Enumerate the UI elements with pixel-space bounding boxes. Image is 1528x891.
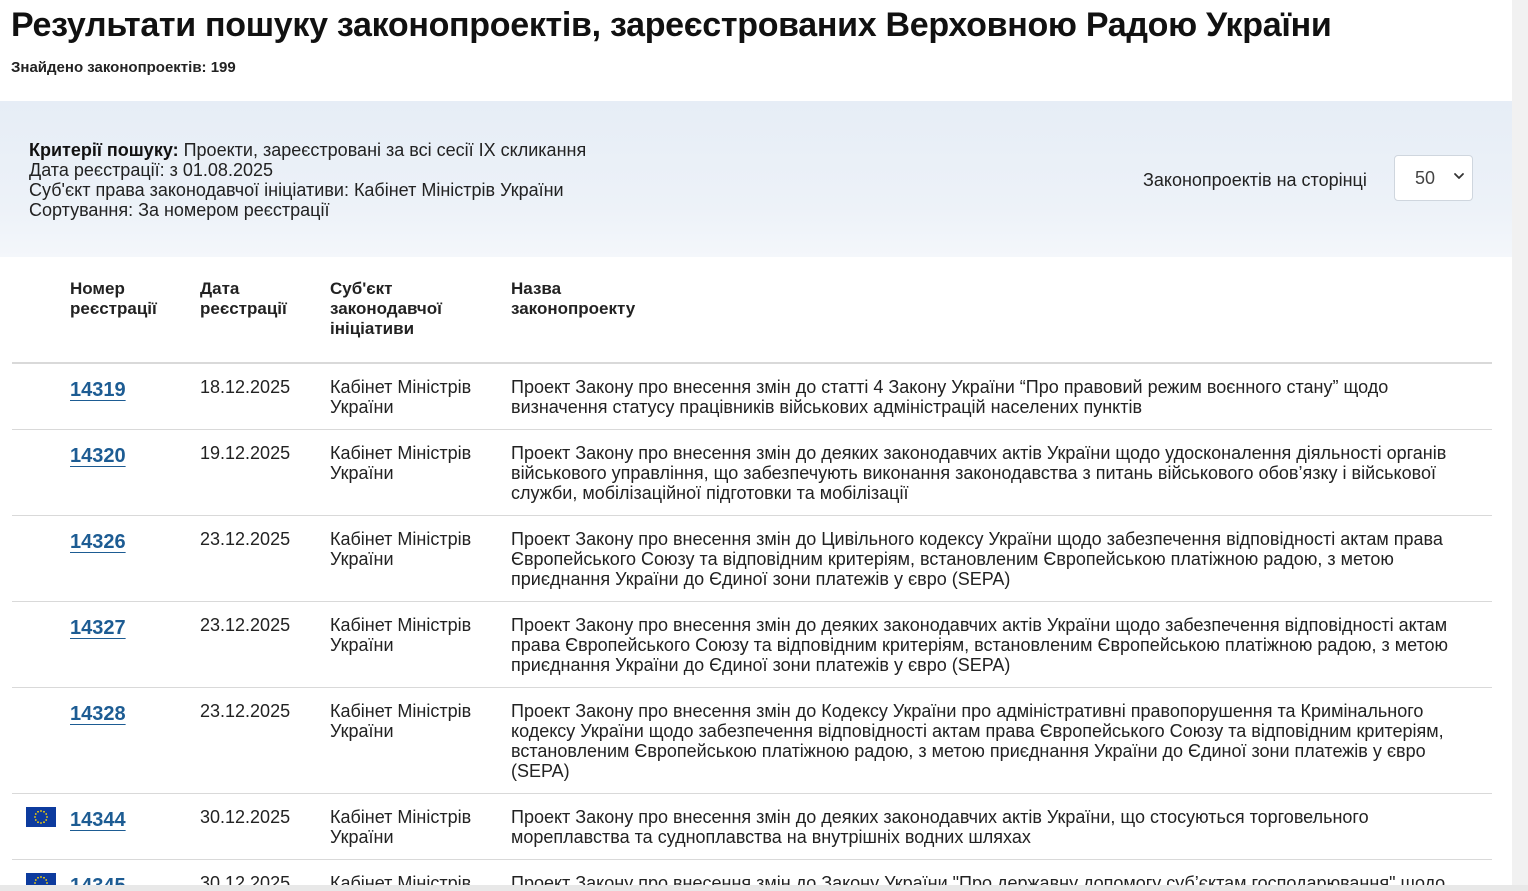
bill-number-link[interactable]: 14320 — [70, 445, 126, 468]
page-title: Результати пошуку законопроектів, зареєс… — [11, 6, 1332, 44]
bill-number-link[interactable]: 14327 — [70, 617, 126, 640]
registration-date: 23.12.2025 — [200, 701, 291, 721]
search-criteria-panel: Критерії пошуку: Проекти, зареєстровані … — [0, 101, 1512, 257]
bill-title: Проект Закону про внесення змін до Цивіл… — [511, 529, 1443, 589]
criteria-projects-line: Критерії пошуку: Проекти, зареєстровані … — [29, 140, 586, 160]
eu-flag-icon — [26, 873, 56, 885]
page: Результати пошуку законопроектів, зареєс… — [0, 0, 1512, 885]
bill-title: Проект Закону про внесення змін до деяки… — [511, 807, 1369, 847]
registration-date: 30.12.2025 — [200, 807, 291, 827]
initiative-subject: Кабінет МіністрівУкраїни — [330, 529, 472, 569]
bill-title: Проект Закону про внесення змін до деяки… — [511, 443, 1447, 503]
criteria-projects: Проекти, зареєстровані за всі сесії IX с… — [183, 140, 587, 160]
initiative-subject: Кабінет МіністрівУкраїни — [330, 807, 472, 847]
header-date: Дата реєстрації — [200, 279, 287, 318]
registration-date: 18.12.2025 — [200, 377, 291, 397]
chevron-down-icon — [1454, 173, 1464, 179]
header-title: Назва законопроекту — [511, 279, 636, 318]
horizontal-scrollbar[interactable] — [0, 885, 1528, 891]
bill-title: Проект Закону про внесення змін до статт… — [511, 377, 1389, 417]
per-page-value: 50 — [1415, 168, 1436, 188]
table-header: Номер реєстрації Дата реєстрації Суб'єкт… — [12, 257, 1492, 364]
table-row: 14345 30.12.2025 Кабінет МіністрівУкраїни П… — [12, 859, 1492, 885]
bill-number-link[interactable]: 14326 — [70, 531, 126, 554]
registration-date: 23.12.2025 — [200, 615, 291, 635]
criteria-date: Дата реєстрації: з 01.08.2025 — [29, 160, 273, 180]
table-row: 14328 23.12.2025 Кабінет Міністрів України П… — [12, 687, 1492, 794]
table-row: 14327 23.12.2025 Кабінет Міністрів України П… — [12, 601, 1492, 688]
initiative-subject: Кабінет МіністрівУкраїни — [330, 615, 472, 655]
bill-number-link[interactable]: 14319 — [70, 379, 126, 402]
bill-number-link[interactable]: 14328 — [70, 703, 126, 726]
header-subject: Суб'єкт законодавчої ініціативи — [330, 279, 442, 338]
per-page-label: Законопроектів на сторінці — [1143, 170, 1367, 190]
per-page-select[interactable]: 50 — [1394, 155, 1473, 201]
bill-title: Проект Закону про внесення змін до Закон… — [511, 873, 1446, 885]
bill-number-link[interactable]: 14345 — [70, 875, 126, 885]
search-criteria: Критерії пошуку: Проекти, зареєстровані … — [29, 140, 586, 220]
criteria-sorting: Сортування: За номером реєстрації — [29, 200, 330, 220]
table-row: 14319 18.12.2025 Кабінет Міністрів України П… — [12, 363, 1492, 430]
initiative-subject: Кабінет МіністрівУкраїни — [330, 873, 472, 885]
table-row: 14320 19.12.2025 Кабінет Міністрів України П… — [12, 429, 1492, 516]
criteria-label: Критерії пошуку: — [29, 140, 179, 160]
registration-date: 23.12.2025 — [200, 529, 291, 549]
criteria-subject: Суб'єкт права законодавчої ініціативи: К… — [29, 180, 564, 200]
eu-flag-icon — [26, 807, 56, 827]
initiative-subject: Кабінет МіністрівУкраїни — [330, 443, 472, 483]
vertical-scrollbar[interactable] — [1512, 0, 1528, 891]
table-row: 14344 30.12.2025 Кабінет Міністрів України П… — [12, 793, 1492, 860]
header-number: Номер реєстрації — [70, 279, 157, 318]
bill-number-link[interactable]: 14344 — [70, 809, 126, 832]
registration-date: 19.12.2025 — [200, 443, 291, 463]
initiative-subject: Кабінет МіністрівУкраїни — [330, 377, 472, 417]
initiative-subject: Кабінет МіністрівУкраїни — [330, 701, 472, 741]
bill-title: Проект Закону про внесення змін до Кодек… — [511, 701, 1444, 781]
found-count: Знайдено законопроектів: 199 — [11, 59, 236, 76]
bill-title: Проект Закону про внесення змін до деяки… — [511, 615, 1449, 675]
table-row: 14326 23.12.2025 Кабінет Міністрів України П… — [12, 515, 1492, 602]
registration-date: 30.12.2025 — [200, 873, 291, 885]
